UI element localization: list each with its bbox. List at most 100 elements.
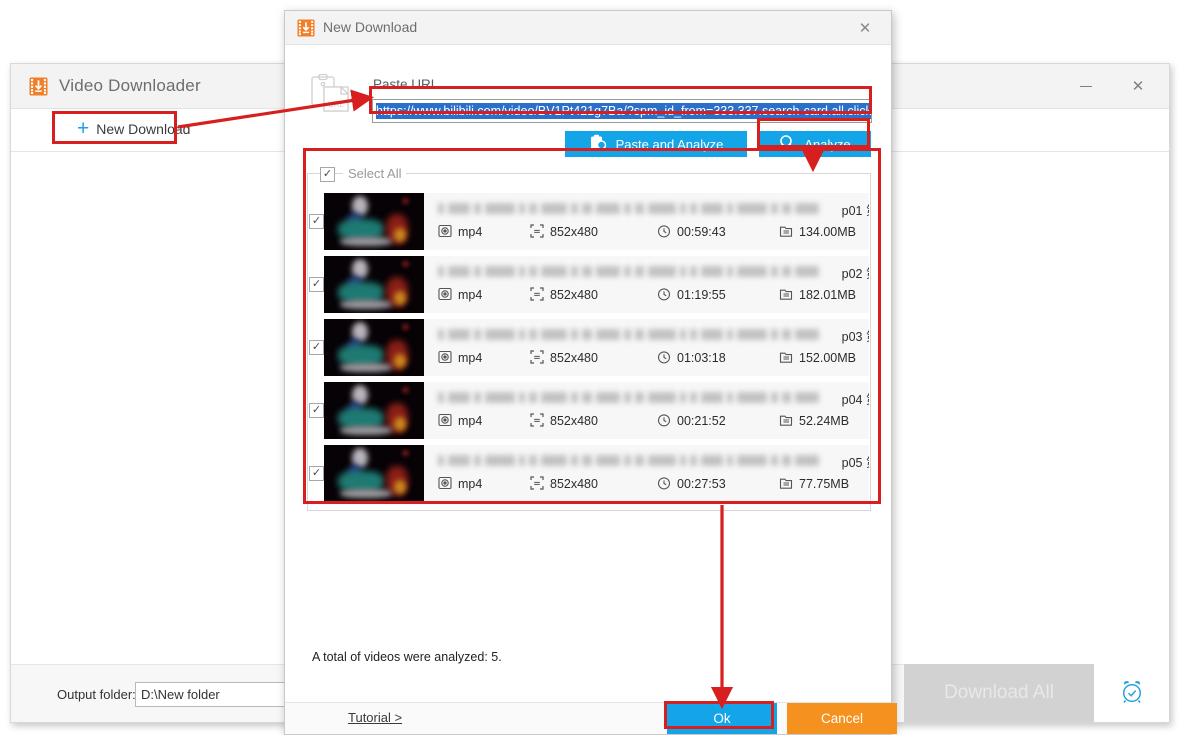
video-title-obscured: p05 第… [438, 454, 869, 470]
video-filesize-icon [779, 413, 793, 430]
video-list-item[interactable]: p04 第… mp4 852x480 00:21:52 52.24MB [309, 379, 869, 442]
ok-button[interactable]: Ok [667, 703, 777, 734]
video-filesize: 152.00MB [779, 350, 869, 367]
video-duration: 00:21:52 [657, 413, 779, 430]
video-format: mp4 [438, 350, 530, 367]
video-part-label: p02 第… [841, 266, 869, 281]
video-filesize: 77.75MB [779, 476, 869, 493]
video-duration: 01:19:55 [657, 287, 779, 304]
download-all-button[interactable]: Download All [904, 664, 1094, 722]
video-item-checkbox[interactable] [309, 402, 324, 418]
video-duration: 00:27:53 [657, 476, 779, 493]
video-format-value: mp4 [458, 288, 483, 302]
video-thumbnail [324, 255, 424, 313]
video-item-checkbox[interactable] [309, 465, 324, 481]
main-window-title: Video Downloader [59, 76, 201, 95]
tutorial-link[interactable]: Tutorial > [348, 710, 402, 725]
video-filesize-value: 52.24MB [799, 414, 850, 428]
video-filesize-value: 182.01MB [799, 288, 856, 302]
dialog-title: New Download [323, 19, 418, 35]
video-metadata: mp4 852x480 00:27:53 77.75MB [438, 475, 869, 493]
new-download-label: New Download [96, 121, 191, 137]
svg-text:URL: URL [328, 100, 345, 109]
video-thumbnail [324, 318, 424, 376]
dialog-titlebar: New Download ✕ [285, 11, 891, 45]
checkbox-icon [320, 167, 335, 182]
video-item-checkbox[interactable] [309, 339, 324, 355]
video-metadata: mp4 852x480 01:19:55 182.01MB [438, 286, 869, 304]
minimize-icon [1080, 85, 1092, 87]
video-filesize-value: 152.00MB [799, 351, 856, 365]
video-format-icon [438, 350, 452, 367]
minimize-button[interactable] [1063, 64, 1109, 108]
paste-and-analyze-button[interactable]: Paste and Analyze [565, 131, 747, 157]
video-resolution: 852x480 [530, 349, 657, 367]
video-duration-icon [657, 413, 671, 430]
output-folder-label: Output folder: [57, 687, 136, 702]
video-format-value: mp4 [458, 477, 483, 491]
video-list-item[interactable]: p03 第… mp4 852x480 01:03:18 152.00MB [309, 316, 869, 379]
checkbox-icon [309, 402, 324, 418]
video-duration-value: 00:59:43 [677, 225, 726, 239]
scheduler-button[interactable] [1094, 664, 1169, 722]
video-list[interactable]: p01 第… mp4 852x480 00:59:43 134.00MB p02 第… mp… [309, 190, 869, 509]
download-all-label: Download All [944, 682, 1054, 703]
close-icon: ✕ [858, 19, 872, 37]
video-title-obscured: p01 第… [438, 202, 869, 218]
url-input-value: https://www.bilibili.com/video/BV1Pt421g… [376, 103, 872, 119]
video-duration-icon [657, 350, 671, 367]
analysis-summary-text: A total of videos were analyzed: 5. [312, 650, 502, 664]
video-part-label: p03 第… [841, 329, 869, 344]
video-format-value: mp4 [458, 351, 483, 365]
video-metadata: mp4 852x480 00:21:52 52.24MB [438, 412, 869, 430]
video-title-obscured: p03 第… [438, 328, 869, 344]
video-resolution-value: 852x480 [550, 225, 598, 239]
video-thumbnail [324, 192, 424, 250]
video-item-info: p01 第… mp4 852x480 00:59:43 134.00MB [424, 192, 869, 250]
alarm-clock-icon [1118, 677, 1146, 710]
select-all-label: Select All [343, 166, 407, 181]
video-item-checkbox[interactable] [309, 276, 324, 292]
video-resolution-value: 852x480 [550, 288, 598, 302]
video-resolution: 852x480 [530, 223, 657, 241]
video-download-icon [29, 77, 48, 96]
cancel-button[interactable]: Cancel [787, 703, 897, 734]
select-all-checkbox[interactable] [320, 164, 335, 182]
video-filesize-icon [779, 476, 793, 493]
checkbox-icon [309, 339, 324, 355]
video-filesize-icon [779, 350, 793, 367]
video-duration-icon [657, 476, 671, 493]
video-list-item[interactable]: p02 第… mp4 852x480 01:19:55 182.01MB [309, 253, 869, 316]
video-filesize-icon [779, 287, 793, 304]
new-download-button[interactable]: + New Download [71, 117, 196, 141]
video-title-obscured: p02 第… [438, 265, 869, 281]
analyze-button[interactable]: Analyze [759, 131, 871, 157]
video-duration-value: 01:03:18 [677, 351, 726, 365]
video-list-item[interactable]: p05 第… mp4 852x480 00:27:53 77.75MB [309, 442, 869, 505]
video-format: mp4 [438, 413, 530, 430]
video-resolution-icon [530, 286, 544, 304]
video-list-item[interactable]: p01 第… mp4 852x480 00:59:43 134.00MB [309, 190, 869, 253]
video-item-info: p02 第… mp4 852x480 01:19:55 182.01MB [424, 255, 869, 313]
video-format: mp4 [438, 224, 530, 241]
video-filesize-value: 134.00MB [799, 225, 856, 239]
video-item-checkbox[interactable] [309, 213, 324, 229]
video-metadata: mp4 852x480 00:59:43 134.00MB [438, 223, 869, 241]
video-filesize-icon [779, 224, 793, 241]
video-format-icon [438, 287, 452, 304]
dialog-close-button[interactable]: ✕ [845, 11, 885, 44]
url-input[interactable]: https://www.bilibili.com/video/BV1Pt421g… [372, 99, 872, 123]
video-filesize-value: 77.75MB [799, 477, 850, 491]
clipboard-url-icon: URL [309, 73, 351, 119]
screen: Video Downloader ✕ + New Download Output… [0, 0, 1180, 735]
video-item-info: p05 第… mp4 852x480 00:27:53 77.75MB [424, 444, 869, 502]
close-button[interactable]: ✕ [1115, 64, 1161, 108]
video-part-label: p04 第… [841, 392, 869, 407]
video-item-info: p04 第… mp4 852x480 00:21:52 52.24MB [424, 381, 869, 439]
analyze-label: Analyze [804, 136, 851, 152]
new-download-dialog: New Download ✕ URL Paste URL https://www… [284, 10, 897, 735]
film-download-icon [297, 19, 315, 37]
video-resolution-icon [530, 349, 544, 367]
video-format-icon [438, 413, 452, 430]
video-duration-value: 00:27:53 [677, 477, 726, 491]
